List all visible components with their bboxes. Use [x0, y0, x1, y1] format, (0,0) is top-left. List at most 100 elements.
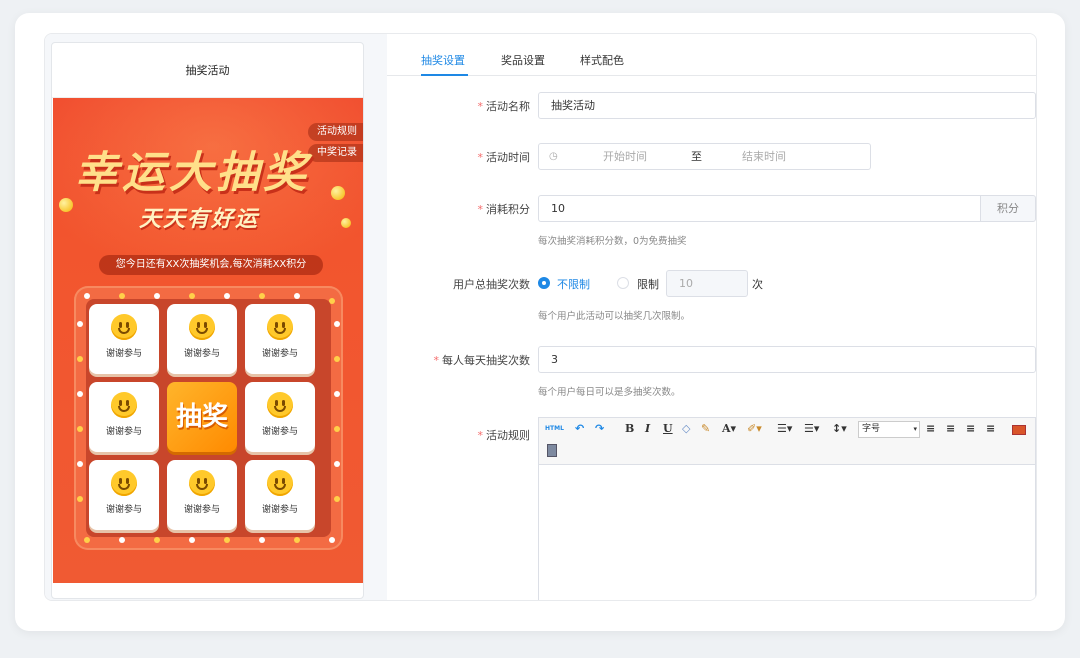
- light-dot: [84, 293, 90, 299]
- align-center-icon[interactable]: ≡: [966, 422, 975, 435]
- light-dot: [294, 537, 300, 543]
- align-left-icon[interactable]: ≡: [926, 422, 935, 435]
- light-dot: [334, 321, 340, 327]
- smile-icon: [267, 470, 293, 496]
- tab-lottery-settings[interactable]: 抽奖设置: [421, 52, 465, 68]
- daily-limit-input[interactable]: 3: [538, 346, 1036, 373]
- tab-bar: 抽奖设置 奖品设置 样式配色: [387, 34, 1036, 76]
- prize-cell: 谢谢参与: [89, 460, 159, 530]
- highlight-icon[interactable]: ✐▾: [747, 422, 762, 435]
- light-dot: [84, 537, 90, 543]
- headline: 幸运大抽奖: [75, 148, 310, 198]
- time-label: * 活动时间: [477, 151, 531, 164]
- light-dot: [334, 391, 340, 397]
- draw-button[interactable]: 抽奖: [167, 382, 237, 452]
- unordered-list-icon[interactable]: ☰▾: [804, 422, 819, 435]
- range-separator: 至: [691, 150, 702, 163]
- smile-icon: [111, 470, 137, 496]
- points-hint: 每次抽奖消耗积分数，0为免费抽奖: [538, 236, 687, 247]
- draw-label: 抽奖: [175, 402, 228, 432]
- prize-label: 谢谢参与: [261, 349, 298, 359]
- smile-icon: [267, 314, 293, 340]
- coin-icon: [59, 198, 73, 212]
- eraser-icon[interactable]: ◇: [682, 422, 690, 435]
- smile-icon: [111, 314, 137, 340]
- ordered-list-icon[interactable]: ☰▾: [777, 422, 792, 435]
- chance-notice: 您今日还有XX次抽奖机会,每次消耗XX积分: [99, 255, 323, 275]
- total-limit-hint: 每个用户此活动可以抽奖几次限制。: [538, 311, 691, 322]
- coin-icon: [341, 218, 351, 228]
- underline-icon[interactable]: U: [663, 422, 673, 435]
- prize-label: 谢谢参与: [261, 427, 298, 437]
- light-dot: [77, 461, 83, 467]
- tab-prize-settings[interactable]: 奖品设置: [501, 52, 545, 68]
- light-dot: [259, 537, 265, 543]
- font-size-select[interactable]: 字号 ▾: [858, 421, 920, 438]
- editor-content[interactable]: [539, 465, 1035, 600]
- prize-cell: 谢谢参与: [245, 382, 315, 452]
- lottery-poster: 活动规则 中奖记录 幸运大抽奖 天天有好运 您今日还有XX次抽奖机会,每次消耗X…: [53, 98, 363, 583]
- light-dot: [77, 321, 83, 327]
- prize-label: 谢谢参与: [261, 505, 298, 515]
- light-dot: [334, 426, 340, 432]
- italic-icon[interactable]: I: [645, 422, 650, 435]
- align-right-icon[interactable]: ≡: [946, 422, 955, 435]
- bold-icon[interactable]: B: [625, 422, 634, 435]
- end-time[interactable]: 结束时间: [742, 144, 786, 169]
- prize-label: 谢谢参与: [183, 349, 220, 359]
- points-input[interactable]: 10: [538, 195, 981, 222]
- video-icon[interactable]: [547, 444, 557, 457]
- prize-cell: 谢谢参与: [89, 304, 159, 374]
- light-dot: [334, 461, 340, 467]
- undo-icon[interactable]: ↶: [575, 422, 584, 435]
- line-height-icon[interactable]: ↕▾: [832, 422, 847, 435]
- light-dot: [77, 356, 83, 362]
- light-dot: [224, 537, 230, 543]
- light-dot: [154, 537, 160, 543]
- justify-icon[interactable]: ≡: [986, 422, 995, 435]
- limit-count-input[interactable]: 10: [666, 270, 748, 297]
- daily-limit-label: * 每人每天抽奖次数: [433, 354, 531, 367]
- font-color-icon[interactable]: A▾: [722, 422, 736, 435]
- start-time[interactable]: 开始时间: [603, 144, 647, 169]
- tab-style-colors[interactable]: 样式配色: [580, 52, 624, 68]
- prize-cell: 谢谢参与: [245, 460, 315, 530]
- smile-icon: [267, 392, 293, 418]
- rules-tag[interactable]: 活动规则: [308, 123, 363, 141]
- daily-limit-hint: 每个用户每日可以是多抽奖次数。: [538, 387, 681, 398]
- unlimited-label[interactable]: 不限制: [557, 276, 590, 292]
- light-dot: [329, 537, 335, 543]
- coin-icon: [331, 186, 345, 200]
- html-source-icon[interactable]: HTML: [545, 425, 564, 432]
- subheadline: 天天有好运: [139, 207, 260, 232]
- light-dot: [77, 426, 83, 432]
- rich-text-editor: HTML ↶ ↷ B I U ◇ ✎ A▾ ✐▾ ☰▾ ☰▾ ↕▾ 字号 ▾ ≡ …: [538, 417, 1036, 600]
- limit-radio[interactable]: [617, 277, 629, 289]
- image-icon[interactable]: [1012, 425, 1026, 435]
- prize-grid: 谢谢参与 谢谢参与 谢谢参与 谢谢参与 抽奖 谢谢参与 谢谢参与 谢谢参与 谢谢…: [86, 299, 331, 537]
- total-limit-label: 用户总抽奖次数: [453, 278, 530, 291]
- limit-unit: 次: [752, 278, 763, 291]
- prize-cell: 谢谢参与: [89, 382, 159, 452]
- redo-icon[interactable]: ↷: [595, 422, 604, 435]
- editor-toolbar: HTML ↶ ↷ B I U ◇ ✎ A▾ ✐▾ ☰▾ ☰▾ ↕▾ 字号 ▾ ≡ …: [539, 418, 1035, 465]
- light-dot: [189, 537, 195, 543]
- preview-title: 抽奖活动: [52, 43, 363, 98]
- active-tab-indicator: [421, 74, 468, 76]
- prize-cell: 谢谢参与: [167, 460, 237, 530]
- records-tag[interactable]: 中奖记录: [308, 144, 363, 162]
- limit-label[interactable]: 限制: [637, 276, 659, 292]
- name-label: * 活动名称: [477, 100, 531, 113]
- preview-pane: 抽奖活动 活动规则 中奖记录 幸运大抽奖 天天有好运 您今日还有XX次抽奖机会,…: [45, 34, 387, 600]
- activity-name-input[interactable]: 抽奖活动: [538, 92, 1036, 119]
- app-card: 抽奖活动 活动规则 中奖记录 幸运大抽奖 天天有好运 您今日还有XX次抽奖机会,…: [15, 13, 1065, 631]
- phone-preview: 抽奖活动 活动规则 中奖记录 幸运大抽奖 天天有好运 您今日还有XX次抽奖机会,…: [51, 42, 364, 599]
- clock-icon: ◷: [549, 151, 558, 162]
- date-range-picker[interactable]: ◷ 开始时间 至 结束时间: [538, 143, 871, 170]
- prize-label: 谢谢参与: [105, 427, 142, 437]
- unlimited-radio[interactable]: [538, 277, 550, 289]
- prize-cell: 谢谢参与: [245, 304, 315, 374]
- points-label: * 消耗积分: [477, 203, 531, 216]
- smile-icon: [189, 314, 215, 340]
- format-painter-icon[interactable]: ✎: [701, 422, 710, 435]
